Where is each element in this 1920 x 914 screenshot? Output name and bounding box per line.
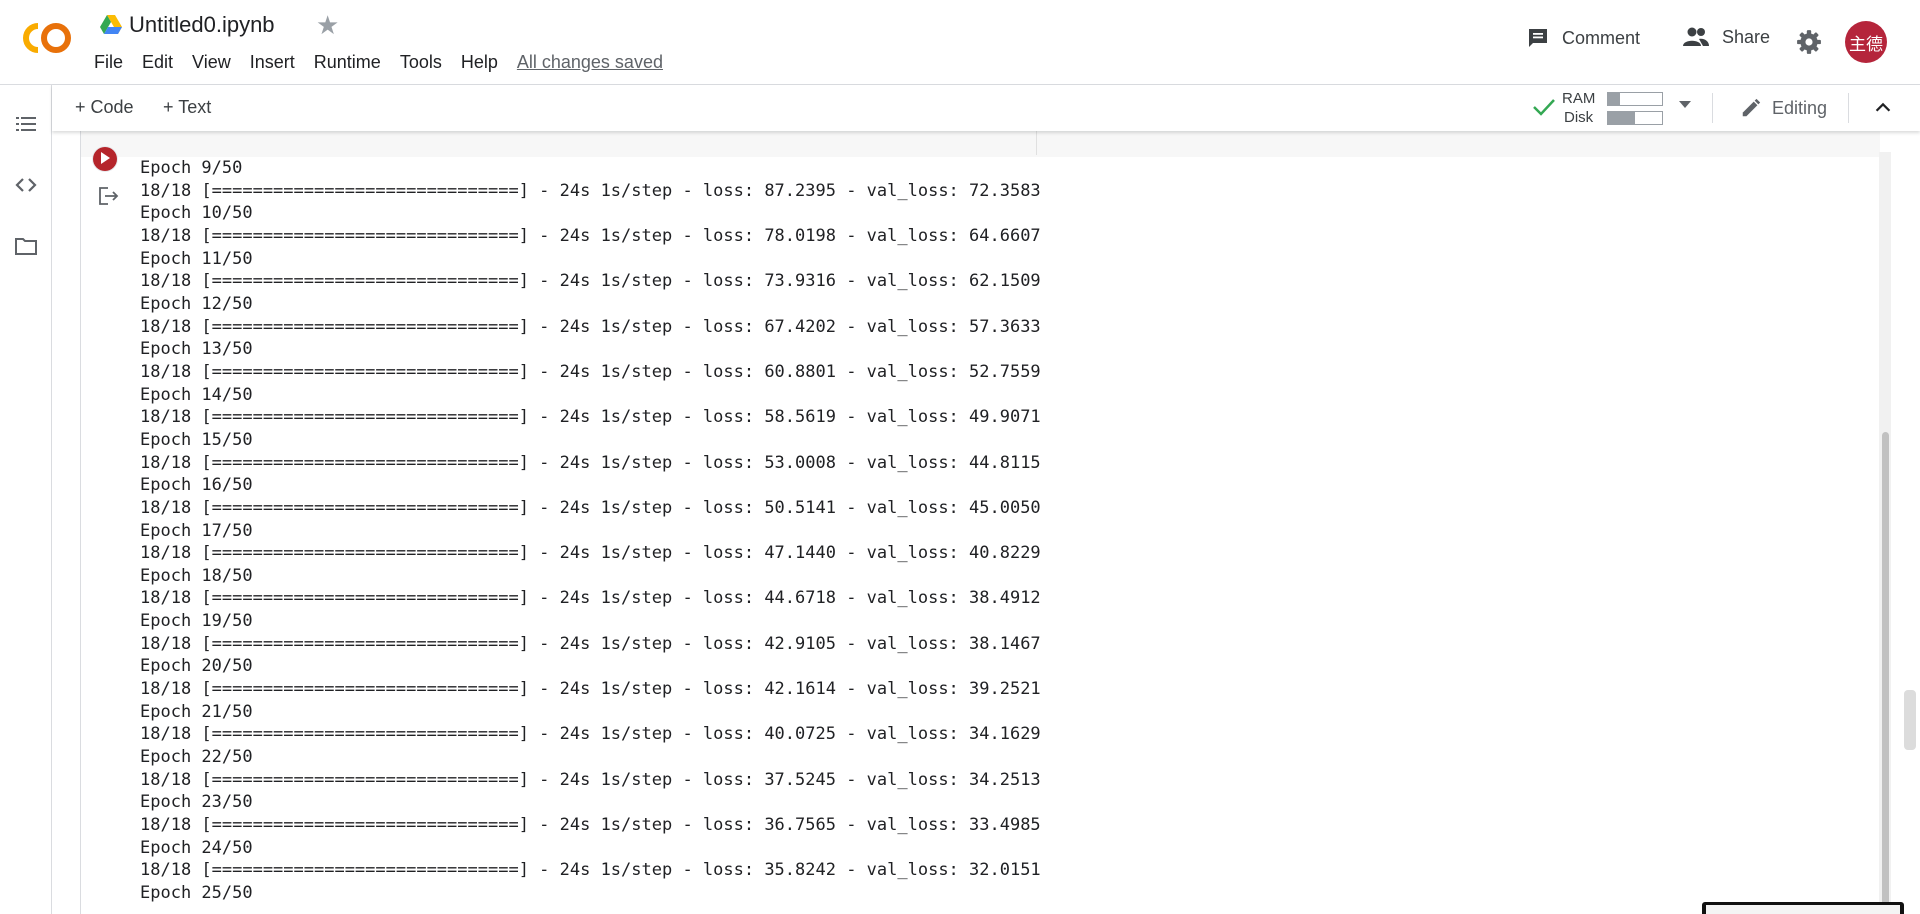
output-epoch-line: Epoch 14/50 [140,384,253,405]
colab-logo-icon[interactable] [18,18,76,58]
output-epoch-line: Epoch 19/50 [140,611,253,632]
output-progress-line: 18/18 [==============================] -… [140,271,1041,292]
output-progress-line: 18/18 [==============================] -… [140,225,1041,246]
drive-icon[interactable] [100,15,122,35]
output-epoch-line: Epoch 24/50 [140,837,253,858]
output-epoch-line: Epoch 18/50 [140,565,253,586]
output-epoch-line: Epoch 22/50 [140,747,253,768]
share-label: Share [1722,26,1771,47]
share-icon [1683,27,1709,46]
menu-help[interactable]: Help [461,52,498,73]
screenshot-thumbnail[interactable] [1702,902,1904,914]
save-status-link[interactable]: All changes saved [517,52,663,73]
menu-view[interactable]: View [192,52,231,73]
toolbar-divider [1712,93,1713,123]
notebook-toolbar: + Code + Text RAM Disk Editing [52,85,1920,131]
output-progress-line: 18/18 [==============================] -… [140,407,1041,428]
output-epoch-line: Epoch 17/50 [140,520,253,541]
output-epoch-line: Epoch 23/50 [140,792,253,813]
disk-meter-fill [1608,112,1635,124]
output-progress-line: 18/18 [==============================] -… [140,588,1041,609]
toc-icon[interactable] [14,112,38,136]
output-epoch-line: Epoch 16/50 [140,475,253,496]
toolbar-divider [1848,93,1849,123]
left-sidebar [0,85,52,914]
output-progress-line: 18/18 [==============================] -… [140,497,1041,518]
menu-edit[interactable]: Edit [142,52,173,73]
settings-icon[interactable] [1796,29,1822,55]
output-action-icon[interactable] [97,186,119,206]
output-epoch-line: Epoch 11/50 [140,248,253,269]
cell-output: Epoch 9/50 18/18 [=======================… [140,157,1041,905]
share-button[interactable]: Share [1682,26,1770,48]
output-progress-line: 18/18 [==============================] -… [140,180,1041,201]
star-icon[interactable]: ★ [316,11,339,39]
comment-label: Comment [1562,27,1641,48]
ram-label[interactable]: RAM [1562,90,1595,107]
output-progress-line: 18/18 [==============================] -… [140,361,1041,382]
add-code-button[interactable]: + Code [75,97,134,118]
chevron-up-icon[interactable] [1872,97,1894,119]
page-scrollbar-thumb[interactable] [1904,690,1916,750]
output-progress-line: 18/18 [==============================] -… [140,633,1041,654]
ram-meter-fill [1608,93,1620,105]
chevron-down-icon[interactable] [1679,101,1691,108]
output-progress-line: 18/18 [==============================] -… [140,316,1041,337]
output-epoch-line: Epoch 10/50 [140,203,253,224]
output-progress-line: 18/18 [==============================] -… [140,452,1041,473]
menu-bar: File Edit View Insert Runtime Tools Help… [94,52,682,73]
output-epoch-line: Epoch 25/50 [140,883,253,903]
output-epoch-line: Epoch 13/50 [140,339,253,360]
output-progress-line: 18/18 [==============================] -… [140,815,1041,836]
avatar[interactable]: 主德 [1845,21,1887,63]
notebook-title[interactable]: Untitled0.ipynb [129,12,275,38]
output-scrollbar-thumb[interactable] [1882,432,1889,914]
menu-runtime[interactable]: Runtime [314,52,381,73]
files-icon[interactable] [14,234,38,258]
comment-icon [1529,29,1547,47]
editing-mode-button[interactable]: Editing [1740,97,1827,119]
disk-label[interactable]: Disk [1564,109,1593,126]
output-epoch-line: Epoch 15/50 [140,429,253,450]
ram-meter[interactable] [1607,92,1663,106]
output-progress-line: 18/18 [==============================] -… [140,679,1041,700]
menu-file[interactable]: File [94,52,123,73]
output-epoch-line: Epoch 12/50 [140,293,253,314]
menu-tools[interactable]: Tools [400,52,442,73]
thumbnail-content [1706,905,1900,914]
header-bar: Untitled0.ipynb ★ File Edit View Insert … [0,0,1920,85]
output-epoch-line: Epoch 9/50 [140,158,243,178]
add-text-button[interactable]: + Text [163,97,211,118]
output-progress-line: 18/18 [==============================] -… [140,724,1041,745]
output-epoch-line: Epoch 21/50 [140,701,253,722]
output-progress-line: 18/18 [==============================] -… [140,860,1041,881]
editing-label: Editing [1772,97,1828,118]
pencil-icon [1742,98,1761,117]
output-epoch-line: Epoch 20/50 [140,656,253,677]
output-progress-line: 18/18 [==============================] -… [140,769,1041,790]
output-progress-line: 18/18 [==============================] -… [140,543,1041,564]
comment-button[interactable]: Comment [1526,26,1640,50]
play-icon [101,152,110,164]
run-cell-button[interactable] [92,146,118,172]
disk-meter[interactable] [1607,111,1663,125]
menu-insert[interactable]: Insert [250,52,295,73]
connected-check-icon [1533,99,1555,116]
code-snippets-icon[interactable] [14,173,38,197]
